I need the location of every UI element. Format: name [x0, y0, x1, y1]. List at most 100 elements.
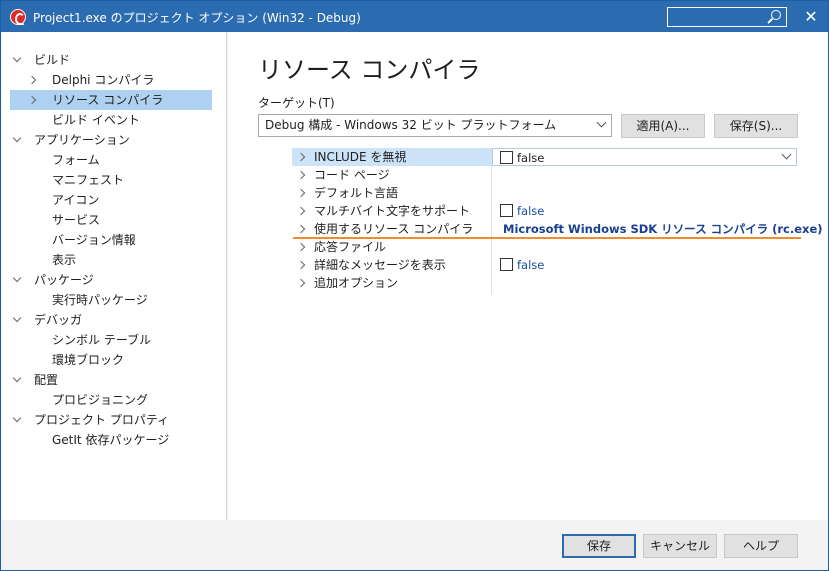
- tree-item[interactable]: 実行時パッケージ: [2, 290, 222, 310]
- property-value: false: [517, 151, 545, 165]
- property-row[interactable]: コード ページ: [292, 166, 802, 184]
- tree-item[interactable]: GetIt 依存パッケージ: [2, 430, 222, 450]
- page-title: リソース コンパイラ: [258, 56, 481, 84]
- tree-item[interactable]: アイコン: [2, 190, 222, 210]
- chevron-right-icon[interactable]: [292, 166, 314, 184]
- tree-item[interactable]: プロビジョニング: [2, 390, 222, 410]
- close-button[interactable]: ✕: [798, 5, 824, 29]
- tree-item[interactable]: 環境ブロック: [2, 350, 222, 370]
- property-value[interactable]: Microsoft Windows SDK リソース コンパイラ (rc.exe…: [503, 220, 823, 238]
- cancel-button[interactable]: キャンセル: [643, 534, 717, 558]
- search-icon: [771, 10, 781, 20]
- chevron-right-icon[interactable]: [292, 238, 314, 256]
- tree-item[interactable]: アプリケーション: [2, 130, 222, 150]
- chevron-right-icon[interactable]: [28, 90, 42, 110]
- property-name[interactable]: コード ページ: [292, 166, 492, 184]
- chevron-down-icon[interactable]: [12, 50, 26, 70]
- chevron-right-icon[interactable]: [292, 274, 314, 292]
- property-checkbox[interactable]: [500, 151, 513, 164]
- tree-item[interactable]: Delphi コンパイラ: [2, 70, 222, 90]
- tree-item[interactable]: パッケージ: [2, 270, 222, 290]
- chevron-right-icon[interactable]: [292, 202, 314, 220]
- property-name[interactable]: デフォルト言語: [292, 184, 492, 202]
- property-row[interactable]: INCLUDE を無視 false: [292, 148, 802, 166]
- chevron-right-icon[interactable]: [292, 148, 314, 166]
- property-row[interactable]: 詳細なメッセージを表示 false: [292, 256, 802, 274]
- title-search-box[interactable]: [667, 7, 787, 27]
- property-name[interactable]: 応答ファイル: [292, 238, 492, 256]
- property-name[interactable]: マルチバイト文字をサポート: [292, 202, 492, 220]
- tree-item-label: パッケージ: [34, 273, 94, 287]
- property-name[interactable]: INCLUDE を無視: [292, 148, 492, 166]
- tree-item-label: アイコン: [52, 193, 100, 207]
- tree-item[interactable]: 表示: [2, 250, 222, 270]
- tree-item[interactable]: ビルド: [2, 50, 222, 70]
- property-row[interactable]: 応答ファイル: [292, 238, 802, 256]
- tree-item[interactable]: シンボル テーブル: [2, 330, 222, 350]
- tree-item[interactable]: マニフェスト: [2, 170, 222, 190]
- tree-item-label: 環境ブロック: [52, 353, 125, 367]
- property-value-editor[interactable]: false: [492, 148, 797, 166]
- tree-item-label: バージョン情報: [52, 233, 136, 247]
- tree-item[interactable]: ビルド イベント: [2, 110, 222, 130]
- tree-item[interactable]: 配置: [2, 370, 222, 390]
- tree-item-label: プロビジョニング: [52, 393, 149, 407]
- chevron-right-icon[interactable]: [28, 70, 42, 90]
- tree-item-label: ビルド: [34, 53, 71, 67]
- chevron-right-icon[interactable]: [292, 184, 314, 202]
- property-row[interactable]: マルチバイト文字をサポート false: [292, 202, 802, 220]
- save-button[interactable]: 保存: [562, 534, 636, 558]
- tree-item[interactable]: サービス: [2, 210, 222, 230]
- chevron-down-icon[interactable]: [12, 410, 26, 430]
- property-name[interactable]: 使用するリソース コンパイラ: [292, 220, 492, 238]
- tree-item-label: サービス: [52, 213, 101, 227]
- property-name-label: コード ページ: [314, 168, 390, 182]
- tree-item[interactable]: デバッガ: [2, 310, 222, 330]
- tree-item-label: マニフェスト: [52, 173, 125, 187]
- chevron-right-icon[interactable]: [292, 220, 314, 238]
- property-name-label: INCLUDE を無視: [314, 150, 407, 164]
- property-name-label: デフォルト言語: [314, 186, 399, 200]
- property-grid: INCLUDE を無視 false コード ページ デフォルト言語マルチバイト文字をサ…: [292, 148, 823, 298]
- property-name-label: 追加オプション: [314, 276, 399, 290]
- delphi-app-icon: [10, 9, 26, 25]
- property-checkbox[interactable]: [500, 258, 513, 271]
- tree-item-label: アプリケーション: [34, 133, 130, 147]
- tree-item-label: Delphi コンパイラ: [52, 73, 155, 87]
- tree-item-label: ビルド イベント: [52, 113, 140, 127]
- tree-item-label: シンボル テーブル: [52, 333, 152, 347]
- chevron-down-icon[interactable]: [12, 270, 26, 290]
- title-bar[interactable]: Project1.exe のプロジェクト オプション (Win32 - Debu…: [1, 1, 828, 32]
- property-value-cell[interactable]: false: [500, 202, 544, 220]
- tree-item[interactable]: リソース コンパイラ: [10, 90, 212, 110]
- property-row[interactable]: デフォルト言語: [292, 184, 802, 202]
- tree-item[interactable]: フォーム: [2, 150, 222, 170]
- tree-item-label: プロジェクト プロパティ: [34, 413, 170, 427]
- tree-item[interactable]: バージョン情報: [2, 230, 222, 250]
- chevron-down-icon[interactable]: [12, 130, 26, 150]
- tree-item[interactable]: プロジェクト プロパティ: [2, 410, 222, 430]
- property-checkbox[interactable]: [500, 204, 513, 217]
- property-name[interactable]: 追加オプション: [292, 274, 492, 292]
- apply-button[interactable]: 適用(A)...: [621, 114, 705, 138]
- target-select[interactable]: Debug 構成 - Windows 32 ビット プラットフォーム: [258, 114, 612, 137]
- options-panel: リソース コンパイラ ターゲット(T) Debug 構成 - Windows 3…: [228, 32, 828, 520]
- property-row[interactable]: 使用するリソース コンパイラ Microsoft Windows SDK リソース…: [292, 220, 823, 238]
- chevron-down-icon[interactable]: [12, 310, 26, 330]
- chevron-right-icon[interactable]: [292, 256, 314, 274]
- property-value-cell[interactable]: false: [500, 256, 544, 274]
- help-button[interactable]: ヘルプ: [724, 534, 798, 558]
- property-name[interactable]: 詳細なメッセージを表示: [292, 256, 492, 274]
- chevron-down-icon[interactable]: [781, 149, 792, 160]
- property-row[interactable]: 追加オプション: [292, 274, 802, 292]
- save-target-button[interactable]: 保存(S)...: [714, 114, 798, 138]
- chevron-down-icon[interactable]: [12, 370, 26, 390]
